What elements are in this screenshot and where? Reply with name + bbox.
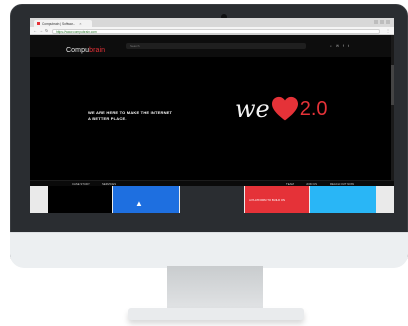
site-search-input[interactable]: Search xyxy=(126,43,306,49)
tile-2[interactable]: ▲ xyxy=(113,186,179,213)
minimize-icon[interactable] xyxy=(374,20,378,24)
window-controls xyxy=(374,20,390,24)
hero-text: WE ARE HERE TO MAKE THE INTERNET A BETTE… xyxy=(88,110,172,122)
tile-shape-icon: ▲ xyxy=(135,199,143,208)
logo-accent: brain xyxy=(89,47,106,54)
monitor-stand-base xyxy=(128,308,304,320)
logo-text: Compu xyxy=(66,47,90,54)
tile-label: A PLATFORM TO BUILD ON xyxy=(249,198,286,202)
slogan-version: 2.0 xyxy=(299,97,328,120)
tile-5[interactable] xyxy=(310,186,376,213)
url-input[interactable]: https://www.compubrain.com xyxy=(52,28,380,34)
facebook-icon[interactable]: f xyxy=(343,44,344,48)
back-icon[interactable]: ← xyxy=(33,28,37,33)
search-icon[interactable]: ⌕ xyxy=(330,44,332,48)
browser-window: Compubrain | Softwar... × ← → ↻ https://… xyxy=(30,18,394,213)
tab-close-icon[interactable]: × xyxy=(79,21,81,26)
browser-menu-icon[interactable]: ⋮ xyxy=(386,28,390,33)
monitor-chin xyxy=(10,232,408,268)
twitter-icon[interactable]: t xyxy=(348,44,349,48)
tile-3[interactable] xyxy=(180,186,244,213)
browser-tab[interactable]: Compubrain | Softwar... × xyxy=(34,20,92,27)
hero-line-2: A BETTER PLACE. xyxy=(88,116,127,121)
address-bar: ← → ↻ https://www.compubrain.com ⋮ xyxy=(30,27,394,35)
desktop-scene: Compubrain | Softwar... × ← → ↻ https://… xyxy=(0,0,408,326)
tab-title: Compubrain | Softwar... xyxy=(42,21,76,26)
favicon-icon xyxy=(37,22,40,25)
reload-icon[interactable]: ↻ xyxy=(45,28,48,33)
forward-icon[interactable]: → xyxy=(39,28,43,33)
monitor-stand-neck xyxy=(167,266,263,312)
scroll-thumb[interactable] xyxy=(391,65,394,105)
hero-banner: WE ARE HERE TO MAKE THE INTERNET A BETTE… xyxy=(30,57,394,180)
mail-icon[interactable]: ✉ xyxy=(336,44,339,48)
tile-4[interactable]: A PLATFORM TO BUILD ON xyxy=(245,186,309,213)
hero-slogan: we 2.0 xyxy=(235,95,328,123)
heart-icon xyxy=(271,96,298,121)
maximize-icon[interactable] xyxy=(380,20,384,24)
tab-strip: Compubrain | Softwar... × xyxy=(30,18,394,27)
close-window-icon[interactable] xyxy=(386,20,390,24)
project-tiles: ▲ A PLATFORM TO BUILD ON xyxy=(30,186,394,213)
slogan-we: we xyxy=(235,95,270,123)
social-links: ⌕ ✉ f t xyxy=(330,44,349,48)
site-header: Compubrain Better Technology Solutions S… xyxy=(30,35,394,61)
tile-1[interactable] xyxy=(48,186,112,213)
